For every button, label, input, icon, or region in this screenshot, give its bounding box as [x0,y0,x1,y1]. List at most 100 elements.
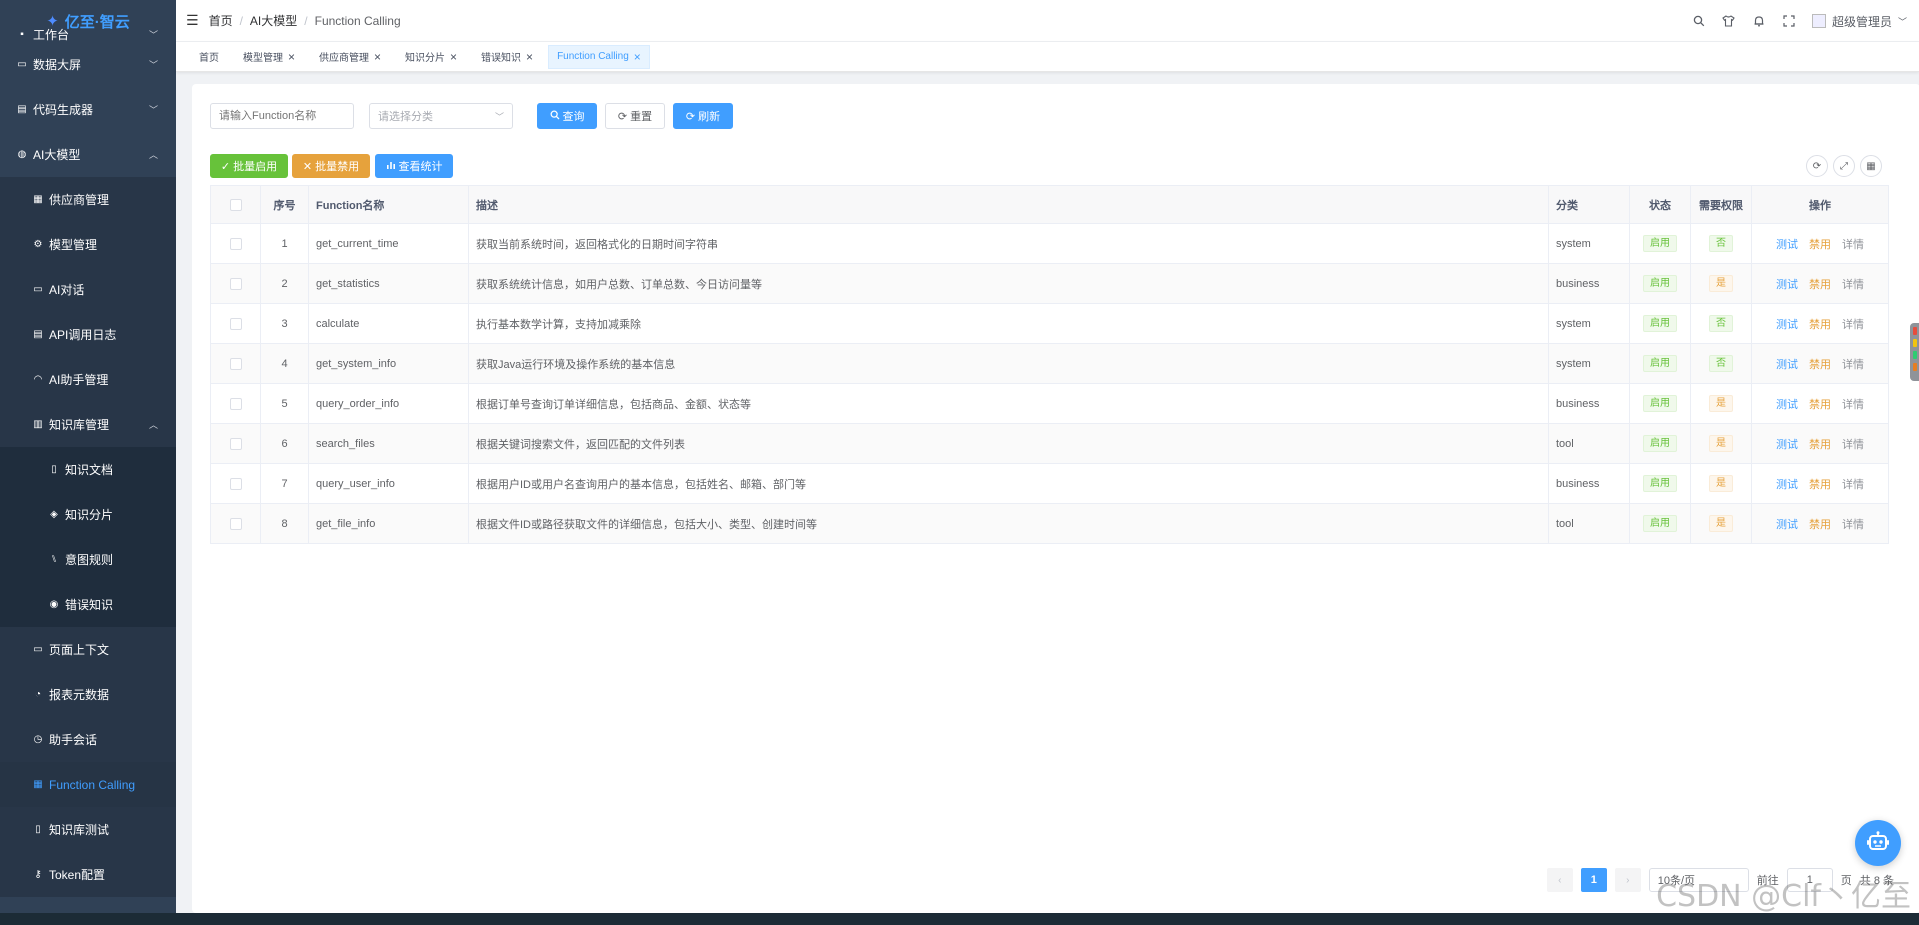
sidebar-item[interactable]: ⚷ Token配置 [0,852,176,897]
batch-disable-button[interactable]: ✕ 批量禁用 [292,154,370,178]
sidebar-item[interactable]: ▥ 知识库管理 ︿ [0,402,176,447]
query-button[interactable]: 查询 [537,103,597,129]
detail-link[interactable]: 详情 [1842,319,1864,331]
hamburger-icon[interactable]: ☰ [186,12,199,29]
sidebar-item[interactable]: ▭ 数据大屏 ﹀ [0,42,176,87]
detail-link[interactable]: 详情 [1842,519,1864,531]
select-all-checkbox[interactable] [229,198,242,211]
detail-link[interactable]: 详情 [1842,479,1864,491]
batch-enable-button[interactable]: ✓ 批量启用 [210,154,288,178]
sidebar-item[interactable]: ▦ 供应商管理 [0,177,176,222]
page-number[interactable]: 1 [1580,868,1607,892]
disable-link[interactable]: 禁用 [1809,479,1831,491]
row-checkbox[interactable] [229,277,242,290]
status-badge: 启用 [1643,235,1677,252]
row-checkbox[interactable] [229,357,242,370]
detail-link[interactable]: 详情 [1842,359,1864,371]
disable-link[interactable]: 禁用 [1809,399,1831,411]
cell-category: system [1548,303,1630,344]
disable-link[interactable]: 禁用 [1809,279,1831,291]
disable-link[interactable]: 禁用 [1809,519,1831,531]
row-checkbox[interactable] [229,397,242,410]
search-icon[interactable] [1692,14,1706,28]
close-icon[interactable]: × [526,50,533,64]
sidebar-item[interactable]: ◔ 报表元数据 [0,672,176,717]
shirt-icon[interactable] [1722,14,1736,28]
ai-assistant-button[interactable] [1855,820,1901,866]
sidebar-item[interactable]: ▤ 代码生成器 ﹀ [0,87,176,132]
refresh-table-button[interactable]: ⟳ [1806,155,1828,177]
disable-link[interactable]: 禁用 [1809,319,1831,331]
refresh-button[interactable]: ⟳ 刷新 [673,103,733,129]
detail-link[interactable]: 详情 [1842,399,1864,411]
close-icon[interactable]: × [450,50,457,64]
column-settings-button[interactable]: ▦ [1860,155,1882,177]
test-link[interactable]: 测试 [1776,399,1798,411]
reset-button[interactable]: ⟳ 重置 [605,103,665,129]
disable-link[interactable]: 禁用 [1809,239,1831,251]
sidebar-item-workbench[interactable]: ▪ 工作台 ﹀ [0,28,176,42]
user-menu[interactable]: 超级管理员 ﹀ [1811,13,1907,30]
chevron-down-icon: ﹀ [148,60,158,70]
tags-view: 首页 模型管理 × 供应商管理 × 知识分片 × 错误知识 × Function Calling × [176,42,1919,72]
sidebar-item[interactable]: ▦ Function Calling [0,762,176,807]
tab-item[interactable]: 模型管理 × [234,45,304,69]
fullscreen-icon[interactable] [1782,14,1796,28]
test-link[interactable]: 测试 [1776,359,1798,371]
bell-icon[interactable] [1752,14,1766,28]
cell-desc: 获取Java运行环境及操作系统的基本信息 [468,343,1549,384]
breadcrumb-home[interactable]: 首页 [209,12,233,29]
tab-item[interactable]: 错误知识 × [472,45,542,69]
close-icon[interactable]: × [374,50,381,64]
layers-icon: ◈ [50,509,58,520]
detail-link[interactable]: 详情 [1842,239,1864,251]
function-name-input[interactable] [210,103,354,129]
cell-name: get_system_info [308,343,469,384]
disable-link[interactable]: 禁用 [1809,359,1831,371]
sidebar-item[interactable]: ◍ AI大模型 ︿ [0,132,176,177]
row-checkbox[interactable] [229,317,242,330]
test-link[interactable]: 测试 [1776,519,1798,531]
row-checkbox[interactable] [229,437,242,450]
sidebar-item[interactable]: ▤ API调用日志 [0,312,176,357]
test-link[interactable]: 测试 [1776,479,1798,491]
gear-icon: ⚙ [33,239,43,250]
tab-item[interactable]: 供应商管理 × [310,45,390,69]
table-row: 3 calculate 执行基本数学计算，支持加减乘除 system 启用 否 测试 禁用 详情 [210,303,1889,344]
close-icon[interactable]: × [634,50,641,64]
close-icon[interactable]: × [288,50,295,64]
sidebar-item[interactable]: ▯ 知识文档 [0,447,176,492]
prev-page-button[interactable]: ‹ [1546,868,1573,892]
sidebar-item[interactable]: ▭ 页面上下文 [0,627,176,672]
disable-link[interactable]: 禁用 [1809,439,1831,451]
test-link[interactable]: 测试 [1776,279,1798,291]
test-link[interactable]: 测试 [1776,239,1798,251]
view-stats-button[interactable]: 查看统计 [375,154,453,178]
sidebar-item[interactable]: ⑊ 意图规则 [0,537,176,582]
tab-item[interactable]: Function Calling × [548,44,650,69]
detail-link[interactable]: 详情 [1842,439,1864,451]
tab-item[interactable]: 知识分片 × [396,45,466,69]
sidebar-item[interactable]: ▯ 知识库测试 [0,807,176,852]
row-select-cell [210,223,261,264]
test-link[interactable]: 测试 [1776,439,1798,451]
sidebar-item[interactable]: ◷ 助手会话 [0,717,176,762]
sidebar-item[interactable]: ◈ 知识分片 [0,492,176,537]
fullscreen-table-button[interactable]: ⤢ [1833,155,1855,177]
cell-status: 启用 [1629,303,1691,344]
detail-link[interactable]: 详情 [1842,279,1864,291]
cell-name: search_files [308,423,469,464]
sidebar-item[interactable]: ◠ AI助手管理 [0,357,176,402]
row-checkbox[interactable] [229,517,242,530]
breadcrumb-ai[interactable]: AI大模型 [250,12,297,29]
category-select[interactable]: 请选择分类 ﹀ [369,103,513,129]
row-checkbox[interactable] [229,477,242,490]
row-checkbox[interactable] [229,237,242,250]
sidebar-item[interactable]: ⚙ 模型管理 [0,222,176,267]
sidebar-item[interactable]: ▭ AI对话 [0,267,176,312]
next-page-button[interactable]: › [1614,868,1641,892]
sidebar-item[interactable]: ◉ 错误知识 [0,582,176,627]
side-drawer-handle[interactable] [1910,323,1919,381]
test-link[interactable]: 测试 [1776,319,1798,331]
tab-item[interactable]: 首页 [190,45,228,69]
